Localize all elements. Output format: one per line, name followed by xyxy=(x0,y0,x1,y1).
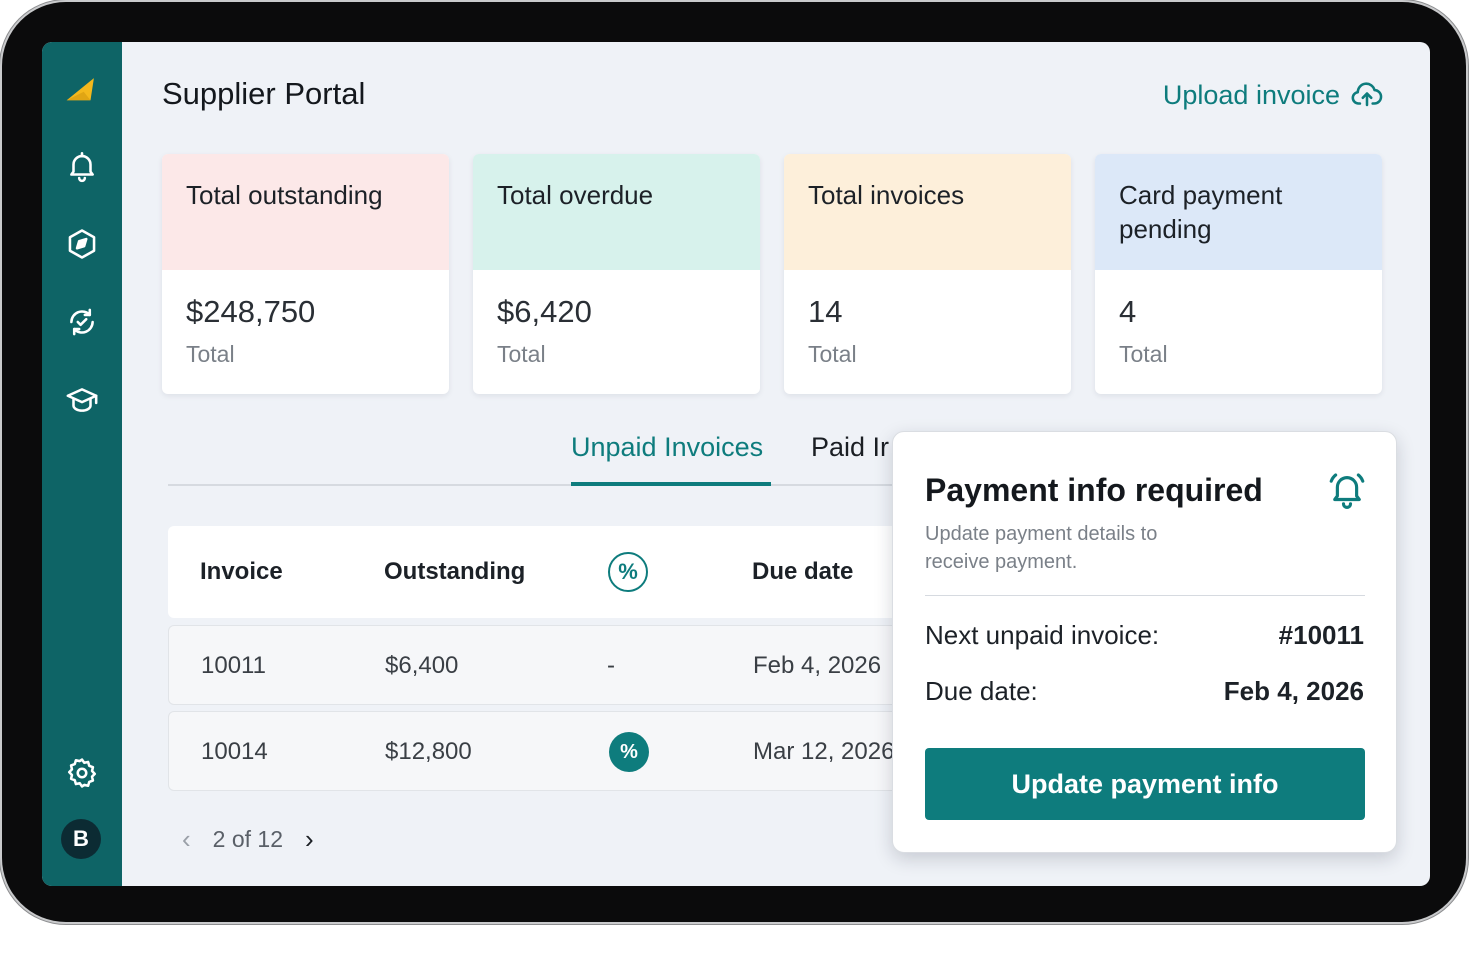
column-header-outstanding[interactable]: Outstanding xyxy=(384,558,525,586)
card-subtitle: Total xyxy=(1119,341,1168,367)
tablet-frame: B Supplier Portal Upload invoice Total o… xyxy=(2,2,1466,922)
stat-card-overdue[interactable]: Total overdue $6,420 Total xyxy=(473,154,760,394)
active-tab-indicator xyxy=(571,482,771,486)
column-header-invoice[interactable]: Invoice xyxy=(200,558,283,586)
update-payment-info-button[interactable]: Update payment info xyxy=(925,748,1365,820)
table-row[interactable]: 10011 $6,400 - Feb 4, 2026 xyxy=(168,625,928,705)
card-subtitle: Total xyxy=(497,341,546,367)
bell-icon[interactable] xyxy=(62,146,102,186)
popover-subtitle: Update payment details to receive paymen… xyxy=(925,523,1158,573)
payment-info-popover: Payment info required Update payment det… xyxy=(892,431,1397,853)
column-header-due-date[interactable]: Due date xyxy=(752,558,853,586)
card-value: 4 xyxy=(1119,294,1137,329)
page-title: Supplier Portal xyxy=(162,76,366,111)
due-date-label: Due date: xyxy=(925,676,1038,706)
sync-icon[interactable] xyxy=(62,302,102,342)
cell-discount: - xyxy=(607,652,615,679)
cell-invoice: 10011 xyxy=(201,652,266,679)
table-row[interactable]: 10014 $12,800 % Mar 12, 2026 xyxy=(168,711,928,791)
stat-card-outstanding[interactable]: Total outstanding $248,750 Total xyxy=(162,154,449,394)
brand-logo[interactable] xyxy=(62,70,102,110)
upload-invoice-label: Upload invoice xyxy=(1162,79,1340,110)
cell-due-date: Mar 12, 2026 xyxy=(753,738,895,765)
next-invoice-label: Next unpaid invoice: xyxy=(925,620,1160,650)
compass-icon[interactable] xyxy=(62,224,102,264)
popover-divider xyxy=(925,595,1365,596)
next-invoice-value: #10011 xyxy=(1278,620,1364,650)
app-screen: B Supplier Portal Upload invoice Total o… xyxy=(42,42,1430,886)
card-title: Total overdue xyxy=(473,154,760,270)
card-title: Card payment pending xyxy=(1095,154,1382,270)
percent-icon[interactable]: % xyxy=(608,552,648,592)
discount-badge-icon[interactable]: % xyxy=(609,732,649,772)
avatar[interactable]: B xyxy=(61,819,101,859)
card-title: Total outstanding xyxy=(162,154,449,270)
due-date-value: Feb 4, 2026 xyxy=(1223,676,1364,706)
cloud-upload-icon xyxy=(1351,82,1383,107)
stat-card-invoices[interactable]: Total invoices 14 Total xyxy=(784,154,1071,394)
card-subtitle: Total xyxy=(186,341,235,367)
gear-icon[interactable] xyxy=(62,753,102,793)
tab-paid-invoices[interactable]: Paid Ir xyxy=(811,432,889,463)
bell-ring-icon xyxy=(1329,473,1365,509)
cell-outstanding: $12,800 xyxy=(385,738,472,765)
upload-invoice-link[interactable]: Upload invoice xyxy=(1163,78,1384,112)
tabs-divider xyxy=(168,484,928,486)
previous-page-icon[interactable]: ‹ xyxy=(182,824,191,855)
pagination: ‹ 2 of 12 › xyxy=(182,824,314,855)
card-title: Total invoices xyxy=(784,154,1071,270)
card-value: $6,420 xyxy=(497,294,592,329)
card-value: $248,750 xyxy=(186,294,316,329)
cell-invoice: 10014 xyxy=(201,738,268,765)
sidebar: B xyxy=(42,42,122,886)
card-subtitle: Total xyxy=(808,341,857,367)
popover-title: Payment info required xyxy=(925,472,1263,508)
next-page-icon[interactable]: › xyxy=(305,824,314,855)
stat-card-card-payment[interactable]: Card payment pending 4 Total xyxy=(1095,154,1382,394)
cell-outstanding: $6,400 xyxy=(385,652,459,679)
tab-unpaid-invoices[interactable]: Unpaid Invoices xyxy=(571,432,763,463)
card-value: 14 xyxy=(808,294,843,329)
graduation-cap-icon[interactable] xyxy=(62,380,102,420)
page-indicator: 2 of 12 xyxy=(212,826,284,852)
cell-due-date: Feb 4, 2026 xyxy=(753,652,882,679)
table-header: Invoice Outstanding % Due date xyxy=(168,526,928,618)
